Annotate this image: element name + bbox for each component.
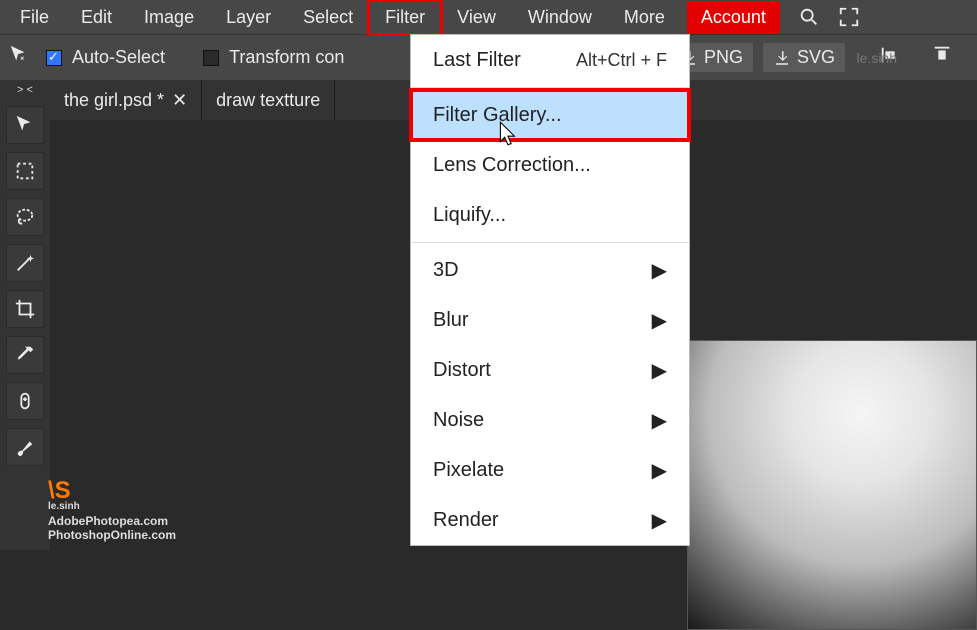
- fullscreen-icon[interactable]: [838, 6, 860, 28]
- menu-separator: [411, 87, 689, 88]
- submenu-arrow-icon: ▶: [652, 458, 667, 483]
- download-icon: [773, 49, 791, 67]
- menu-view[interactable]: View: [441, 1, 512, 34]
- menu-item-label: Pixelate: [433, 459, 504, 482]
- menu-image[interactable]: Image: [128, 1, 210, 34]
- menu-item-label: Lens Correction...: [433, 154, 591, 177]
- menu-item-liquify[interactable]: Liquify...: [411, 190, 689, 240]
- toolbox-collapse-handle[interactable]: > <: [17, 84, 33, 96]
- menu-item-label: Distort: [433, 359, 491, 382]
- menu-item-blur[interactable]: Blur ▶: [411, 295, 689, 345]
- close-icon[interactable]: ✕: [172, 90, 187, 111]
- menu-layer[interactable]: Layer: [210, 1, 287, 34]
- healing-brush-tool[interactable]: [6, 382, 44, 420]
- tab-title: draw textture: [216, 90, 320, 111]
- move-tool-preview-icon: [8, 44, 30, 72]
- menu-file[interactable]: File: [4, 1, 65, 34]
- menu-item-label: Blur: [433, 309, 469, 332]
- menu-item-3d[interactable]: 3D ▶: [411, 245, 689, 295]
- marquee-tool[interactable]: [6, 152, 44, 190]
- crop-tool[interactable]: [6, 290, 44, 328]
- account-button[interactable]: Account: [687, 1, 780, 34]
- menu-item-lens-correction[interactable]: Lens Correction...: [411, 140, 689, 190]
- lasso-tool[interactable]: [6, 198, 44, 236]
- menu-item-pixelate[interactable]: Pixelate ▶: [411, 445, 689, 495]
- eyedropper-tool[interactable]: [6, 336, 44, 374]
- menu-more[interactable]: More: [608, 1, 681, 34]
- transform-controls-label: Transform con: [229, 47, 344, 68]
- menu-item-distort[interactable]: Distort ▶: [411, 345, 689, 395]
- tool-palette: > <: [0, 80, 50, 550]
- align-top-icon[interactable]: [931, 44, 953, 71]
- tab-title: the girl.psd *: [64, 90, 164, 111]
- document-tab[interactable]: draw textture: [202, 80, 335, 120]
- submenu-arrow-icon: ▶: [652, 258, 667, 283]
- magic-wand-tool[interactable]: [6, 244, 44, 282]
- menu-item-label: Liquify...: [433, 204, 506, 227]
- menu-separator: [411, 242, 689, 243]
- menu-edit[interactable]: Edit: [65, 1, 128, 34]
- menu-item-label: 3D: [433, 259, 459, 282]
- menu-item-noise[interactable]: Noise ▶: [411, 395, 689, 445]
- canvas-image[interactable]: [687, 340, 977, 630]
- menu-shortcut: Alt+Ctrl + F: [576, 50, 667, 71]
- menu-item-filter-gallery[interactable]: Filter Gallery...: [411, 90, 689, 140]
- document-tab[interactable]: the girl.psd * ✕: [50, 80, 202, 120]
- menu-item-label: Noise: [433, 409, 484, 432]
- menu-item-last-filter[interactable]: Last Filter Alt+Ctrl + F: [411, 35, 689, 85]
- menu-window[interactable]: Window: [512, 1, 608, 34]
- auto-select-checkbox[interactable]: [46, 50, 62, 66]
- menu-item-render[interactable]: Render ▶: [411, 495, 689, 545]
- export-svg-button[interactable]: SVG: [763, 43, 845, 72]
- move-tool[interactable]: [6, 106, 44, 144]
- search-icon[interactable]: [798, 6, 820, 28]
- filter-menu-dropdown: Last Filter Alt+Ctrl + F Filter Gallery...…: [410, 34, 690, 546]
- submenu-arrow-icon: ▶: [652, 358, 667, 383]
- cursor-icon: [498, 120, 520, 153]
- submenu-arrow-icon: ▶: [652, 408, 667, 433]
- brush-tool[interactable]: [6, 428, 44, 466]
- watermark: \S le.sinh AdobePhotopea.com PhotoshopOn…: [48, 477, 176, 542]
- watermark-top: le.sinh: [857, 50, 897, 66]
- transform-controls-checkbox[interactable]: [203, 50, 219, 66]
- submenu-arrow-icon: ▶: [652, 308, 667, 333]
- menu-item-label: Render: [433, 509, 499, 532]
- menu-select[interactable]: Select: [287, 1, 369, 34]
- submenu-arrow-icon: ▶: [652, 508, 667, 533]
- menu-item-label: Last Filter: [433, 49, 521, 72]
- auto-select-label: Auto-Select: [72, 47, 165, 68]
- menu-filter[interactable]: Filter: [369, 1, 441, 34]
- menu-bar: FileEditImageLayerSelectFilterViewWindow…: [0, 0, 977, 34]
